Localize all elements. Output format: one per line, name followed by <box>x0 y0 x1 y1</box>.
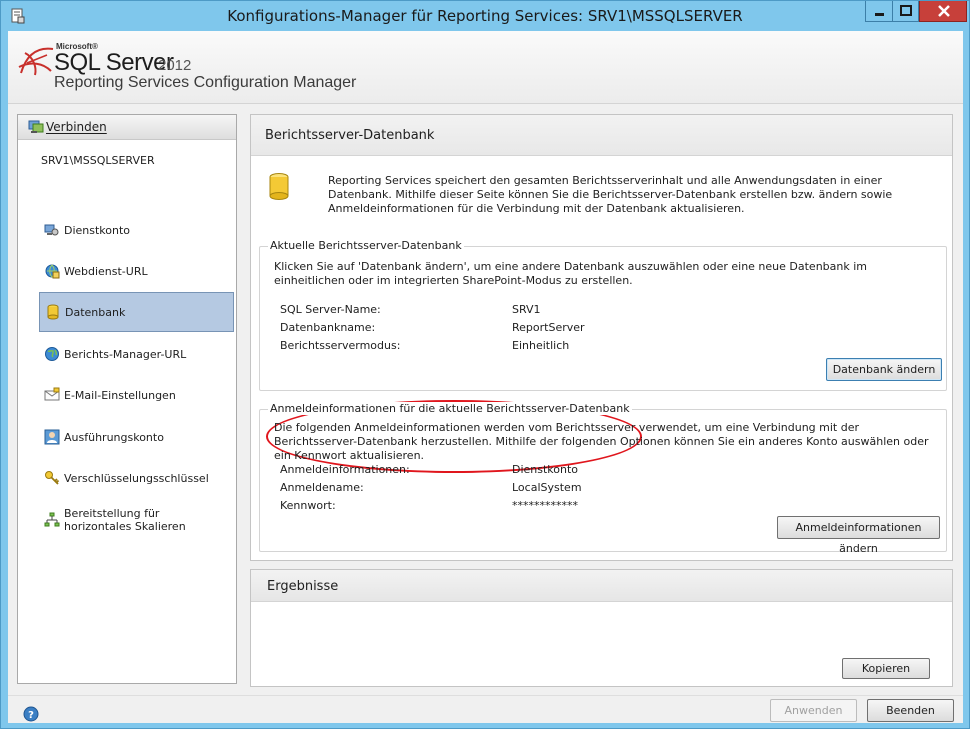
minimize-button[interactable] <box>865 1 892 22</box>
page-title: Berichtsserver-Datenbank <box>265 128 435 143</box>
sidebar-item-dienstkonto[interactable]: Dienstkonto <box>39 210 234 250</box>
footer-divider <box>8 695 963 696</box>
sidebar-item-label: E-Mail-Einstellungen <box>64 388 176 402</box>
banner-divider <box>8 103 963 104</box>
copy-button[interactable]: Kopieren <box>842 658 930 679</box>
sql-server-logo-icon <box>18 47 54 76</box>
app-window: Konfigurations-Manager für Reporting Ser… <box>0 0 970 729</box>
client-area: Microsoft® SQL Server 2012 Reporting Ser… <box>8 31 963 723</box>
navigation-sidebar: Verbinden SRV1\MSSQLSERVER Dienstkonto W… <box>17 114 237 684</box>
report-server-mode-label: Berichtsservermodus: <box>280 339 401 352</box>
change-credentials-button[interactable]: Anmeldeinformationen ändern <box>777 516 940 555</box>
sidebar-item-label: Datenbank <box>65 305 126 319</box>
results-title: Ergebnisse <box>267 579 339 594</box>
close-icon <box>938 5 950 17</box>
product-banner: Microsoft® SQL Server 2012 Reporting Ser… <box>8 31 963 103</box>
current-database-description: Klicken Sie auf 'Datenbank ändern', um e… <box>274 260 867 287</box>
database-credentials-description: Die folgenden Anmeldeinformationen werde… <box>274 421 929 462</box>
scale-out-icon <box>44 512 60 527</box>
report-server-mode-value: Einheitlich <box>512 339 570 352</box>
connect-label: Verbinden <box>46 120 107 134</box>
email-icon <box>44 387 60 401</box>
sidebar-item-horizontales-skalieren[interactable]: Bereitstellung für horizontales Skaliere… <box>39 500 234 540</box>
connect-icon <box>28 120 44 133</box>
page-intro-text: Reporting Services speichert den gesamte… <box>328 174 893 215</box>
close-button[interactable] <box>919 1 967 22</box>
credentials-type-label: Anmeldeinformationen: <box>280 463 410 476</box>
change-database-button[interactable]: Datenbank ändern <box>826 358 942 381</box>
sidebar-item-berichts-manager-url[interactable]: Berichts-Manager-URL <box>39 334 234 374</box>
title-bar[interactable]: Konfigurations-Manager für Reporting Ser… <box>1 1 969 31</box>
database-name-value: ReportServer <box>512 321 585 334</box>
current-database-legend: Aktuelle Berichtsserver-Datenbank <box>268 239 464 252</box>
database-icon <box>47 304 59 320</box>
password-label: Kennwort: <box>280 499 336 512</box>
key-icon <box>45 471 60 485</box>
results-panel: Ergebnisse Kopieren <box>250 569 953 687</box>
maximize-icon <box>900 5 912 16</box>
login-name-value: LocalSystem <box>512 481 582 494</box>
results-header: Ergebnisse <box>251 570 952 602</box>
connect-button[interactable]: Verbinden <box>18 115 236 140</box>
sidebar-item-label: Dienstkonto <box>64 223 131 237</box>
current-database-group: Aktuelle Berichtsserver-Datenbank Klicke… <box>259 239 947 473</box>
sql-server-name-label: SQL Server-Name: <box>280 303 381 316</box>
minimize-icon <box>875 13 884 16</box>
exit-button[interactable]: Beenden <box>867 699 954 722</box>
sidebar-item-label: Bereitstellung für horizontales Skaliere… <box>64 507 186 533</box>
database-credentials-group: Anmeldeinformationen für die aktuelle Be… <box>259 402 947 555</box>
help-icon[interactable]: ? <box>23 706 39 722</box>
sidebar-item-email-einstellungen[interactable]: E-Mail-Einstellungen <box>39 375 234 415</box>
sidebar-item-label: Berichts-Manager-URL <box>64 347 187 361</box>
sidebar-item-label: Verschlüsselungsschlüssel <box>64 471 209 485</box>
server-instance-label: SRV1\MSSQLSERVER <box>41 154 155 167</box>
sidebar-item-ausfuehrungskonto[interactable]: Ausführungskonto <box>39 417 234 457</box>
sql-server-name-value: SRV1 <box>512 303 541 316</box>
database-panel: Berichtsserver-Datenbank Reporting Servi… <box>250 114 953 561</box>
panel-header: Berichtsserver-Datenbank <box>251 115 952 156</box>
credentials-type-value: Dienstkonto <box>512 463 579 476</box>
svg-text:?: ? <box>28 710 34 721</box>
globe-icon <box>45 347 59 361</box>
service-account-icon <box>44 224 59 236</box>
execution-account-icon <box>44 429 60 445</box>
maximize-button[interactable] <box>892 1 919 22</box>
sidebar-item-webdienst-url[interactable]: Webdienst-URL <box>39 251 234 291</box>
sidebar-item-verschluesselungsschluessel[interactable]: Verschlüsselungsschlüssel <box>39 458 234 498</box>
sidebar-item-label: Ausführungskonto <box>64 430 164 444</box>
web-service-icon <box>45 264 60 279</box>
password-value: ************ <box>512 499 578 512</box>
sidebar-item-label: Webdienst-URL <box>64 264 148 278</box>
database-credentials-legend: Anmeldeinformationen für die aktuelle Be… <box>268 402 632 415</box>
sidebar-item-datenbank[interactable]: Datenbank <box>39 292 234 332</box>
database-icon <box>269 173 289 200</box>
product-subtitle: Reporting Services Configuration Manager <box>54 74 357 91</box>
window-title: Konfigurations-Manager für Reporting Ser… <box>227 7 743 25</box>
product-name: SQL Server <box>54 49 174 76</box>
product-version: 2012 <box>158 57 192 74</box>
login-name-label: Anmeldename: <box>280 481 364 494</box>
database-name-label: Datenbankname: <box>280 321 376 334</box>
apply-button[interactable]: Anwenden <box>770 699 857 722</box>
